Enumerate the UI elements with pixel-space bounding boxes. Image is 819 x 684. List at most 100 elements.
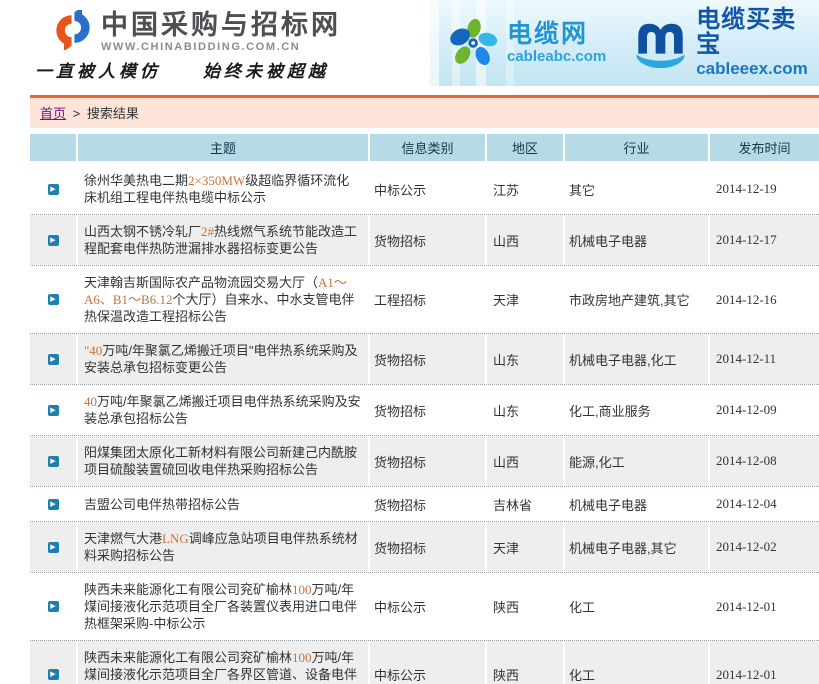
date-cell: 2014-12-01	[710, 641, 819, 684]
region-cell: 天津	[487, 266, 563, 333]
subject-cell: 吉盟公司电伴热带招标公告	[78, 487, 368, 521]
date-cell: 2014-12-01	[710, 573, 819, 640]
cableeex-text: 电缆买卖宝 cableeex.com	[696, 7, 819, 79]
breadcrumb-home-link[interactable]: 首页	[40, 106, 66, 121]
row-icon-cell: ▶	[30, 487, 76, 521]
subject-cell: 山西太钢不锈冷轧厂2#热线燃气系统节能改造工程配套电伴热防泄漏排水器招标变更公告	[78, 215, 368, 265]
row-icon-cell: ▶	[30, 573, 76, 640]
row-icon-cell: ▶	[30, 215, 76, 265]
site-header: 中国采购与招标网 WWW.CHINABIDDING.COM.CN 一直被人模仿 …	[0, 0, 819, 88]
subject-cell: 40万吨/年聚氯乙烯搬迁项目电伴热系统采购及安装总承包招标公告	[78, 385, 368, 435]
table-row: ▶ 吉盟公司电伴热带招标公告 货物招标 吉林省 机械电子电器 2014-12-0…	[30, 487, 819, 522]
site-url: WWW.CHINABIDDING.COM.CN	[101, 41, 341, 53]
industry-cell: 化工	[565, 641, 708, 684]
table-row: ▶ 陕西未来能源化工有限公司兖矿榆林100万吨/年煤间接液化示范项目全厂各装置仪…	[30, 573, 819, 641]
row-icon-cell: ▶	[30, 522, 76, 572]
result-title-link[interactable]: 40万吨/年聚氯乙烯搬迁项目电伴热系统采购及安装总承包招标公告	[84, 393, 362, 427]
industry-cell: 市政房地产建筑,其它	[565, 266, 708, 333]
table-row: ▶ 40万吨/年聚氯乙烯搬迁项目电伴热系统采购及安装总承包招标公告 货物招标 山…	[30, 385, 819, 436]
chinabidding-logo-icon	[53, 10, 93, 50]
row-icon-cell: ▶	[30, 385, 76, 435]
page: 中国采购与招标网 WWW.CHINABIDDING.COM.CN 一直被人模仿 …	[0, 0, 819, 684]
result-title-link[interactable]: 陕西未来能源化工有限公司兖矿榆林100万吨/年煤间接液化示范项目全厂各装置仪表用…	[84, 581, 362, 632]
date-cell: 2014-12-04	[710, 487, 819, 521]
region-cell: 山西	[487, 215, 563, 265]
result-title-link[interactable]: 吉盟公司电伴热带招标公告	[84, 496, 240, 513]
result-title-link[interactable]: 阳煤集团太原化工新材料有限公司新建己内酰胺项目硫酸装置硫回收电伴热采购招标公告	[84, 444, 362, 478]
cableeex-domain: cableeex.com	[696, 59, 819, 79]
date-cell: 2014-12-19	[710, 164, 819, 214]
date-cell: 2014-12-09	[710, 385, 819, 435]
result-title-link[interactable]: 陕西未来能源化工有限公司兖矿榆林100万吨/年煤间接液化示范项目全厂各界区管道、…	[84, 649, 362, 684]
industry-cell: 化工,商业服务	[565, 385, 708, 435]
arrow-icon: ▶	[48, 499, 59, 510]
column-header-region: 地区	[487, 134, 563, 161]
region-cell: 陕西	[487, 573, 563, 640]
table-row: ▶ "40万吨/年聚氯乙烯搬迁项目"电伴热系统采购及安装总承包招标变更公告 货物…	[30, 334, 819, 385]
cableeex-name: 电缆买卖宝	[696, 7, 819, 57]
region-cell: 山东	[487, 334, 563, 384]
row-icon-cell: ▶	[30, 641, 76, 684]
category-cell: 货物招标	[370, 385, 485, 435]
row-icon-cell: ▶	[30, 436, 76, 486]
industry-cell: 机械电子电器,化工	[565, 334, 708, 384]
subject-cell: 天津翰吉斯国际农产品物流园交易大厅（A1～A6、B1～B6.12个大厅）自来水、…	[78, 266, 368, 333]
site-slogan: 一直被人模仿 始终未被超越	[35, 57, 329, 82]
date-cell: 2014-12-02	[710, 522, 819, 572]
results-body: ▶ 徐州华美热电二期2×350MW级超临界循环流化床机组工程电伴热电缆中标公示 …	[30, 164, 819, 684]
column-header-industry: 行业	[565, 134, 708, 161]
brand-text: 中国采购与招标网 WWW.CHINABIDDING.COM.CN	[101, 10, 341, 53]
arrow-icon: ▶	[48, 235, 59, 246]
arrow-icon: ▶	[48, 294, 59, 305]
chinabidding-logo[interactable]: 中国采购与招标网 WWW.CHINABIDDING.COM.CN	[53, 10, 341, 53]
row-icon-cell: ▶	[30, 164, 76, 214]
table-row: ▶ 阳煤集团太原化工新材料有限公司新建己内酰胺项目硫酸装置硫回收电伴热采购招标公…	[30, 436, 819, 487]
category-cell: 货物招标	[370, 522, 485, 572]
result-title-link[interactable]: 天津燃气大港LNG调峰应急站项目电伴热系统材料采购招标公告	[84, 530, 362, 564]
table-header-row: 主题 信息类别 地区 行业 发布时间	[30, 134, 819, 161]
breadcrumb-current: 搜索结果	[87, 106, 139, 121]
column-header-category: 信息类别	[370, 134, 485, 161]
breadcrumb-separator: >	[73, 106, 81, 121]
region-cell: 江苏	[487, 164, 563, 214]
cableabc-logo[interactable]: 电缆网 cableabc.com	[448, 17, 606, 69]
row-icon-cell: ▶	[30, 334, 76, 384]
industry-cell: 化工	[565, 573, 708, 640]
result-title-link[interactable]: 天津翰吉斯国际农产品物流园交易大厅（A1～A6、B1～B6.12个大厅）自来水、…	[84, 274, 362, 325]
cableeex-logo[interactable]: 电缆买卖宝 cableeex.com	[632, 7, 819, 79]
result-title-link[interactable]: 徐州华美热电二期2×350MW级超临界循环流化床机组工程电伴热电缆中标公示	[84, 172, 362, 206]
breadcrumb: 首页 > 搜索结果	[30, 95, 819, 128]
flower-icon	[448, 17, 500, 69]
category-cell: 中标公示	[370, 164, 485, 214]
column-header-date: 发布时间	[710, 134, 819, 161]
category-cell: 货物招标	[370, 215, 485, 265]
subject-cell: 徐州华美热电二期2×350MW级超临界循环流化床机组工程电伴热电缆中标公示	[78, 164, 368, 214]
date-cell: 2014-12-11	[710, 334, 819, 384]
region-cell: 山西	[487, 436, 563, 486]
table-row: ▶ 山西太钢不锈冷轧厂2#热线燃气系统节能改造工程配套电伴热防泄漏排水器招标变更…	[30, 215, 819, 266]
region-cell: 陕西	[487, 641, 563, 684]
arrow-icon: ▶	[48, 184, 59, 195]
date-cell: 2014-12-08	[710, 436, 819, 486]
arrow-icon: ▶	[48, 456, 59, 467]
result-title-link[interactable]: 山西太钢不锈冷轧厂2#热线燃气系统节能改造工程配套电伴热防泄漏排水器招标变更公告	[84, 223, 362, 257]
row-icon-cell: ▶	[30, 266, 76, 333]
site-title: 中国采购与招标网	[101, 10, 341, 40]
table-row: ▶ 徐州华美热电二期2×350MW级超临界循环流化床机组工程电伴热电缆中标公示 …	[30, 164, 819, 215]
subject-cell: 陕西未来能源化工有限公司兖矿榆林100万吨/年煤间接液化示范项目全厂各界区管道、…	[78, 641, 368, 684]
m-smile-icon	[632, 15, 689, 71]
cableabc-name: 电缆网	[507, 21, 606, 47]
table-row: ▶ 天津燃气大港LNG调峰应急站项目电伴热系统材料采购招标公告 货物招标 天津 …	[30, 522, 819, 573]
cableabc-domain: cableabc.com	[507, 48, 606, 65]
category-cell: 货物招标	[370, 334, 485, 384]
industry-cell: 机械电子电器	[565, 487, 708, 521]
date-cell: 2014-12-16	[710, 266, 819, 333]
category-cell: 货物招标	[370, 487, 485, 521]
industry-cell: 机械电子电器,其它	[565, 522, 708, 572]
region-cell: 山东	[487, 385, 563, 435]
category-cell: 货物招标	[370, 436, 485, 486]
arrow-icon: ▶	[48, 405, 59, 416]
category-cell: 中标公示	[370, 641, 485, 684]
search-results-table: 主题 信息类别 地区 行业 发布时间 ▶ 徐州华美热电二期2×350MW级超临界…	[30, 134, 819, 684]
result-title-link[interactable]: "40万吨/年聚氯乙烯搬迁项目"电伴热系统采购及安装总承包招标变更公告	[84, 342, 362, 376]
